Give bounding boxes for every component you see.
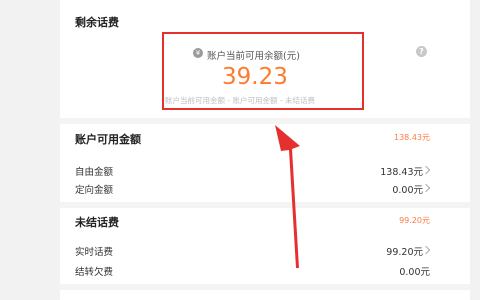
annotation-arrow-icon bbox=[275, 125, 300, 268]
